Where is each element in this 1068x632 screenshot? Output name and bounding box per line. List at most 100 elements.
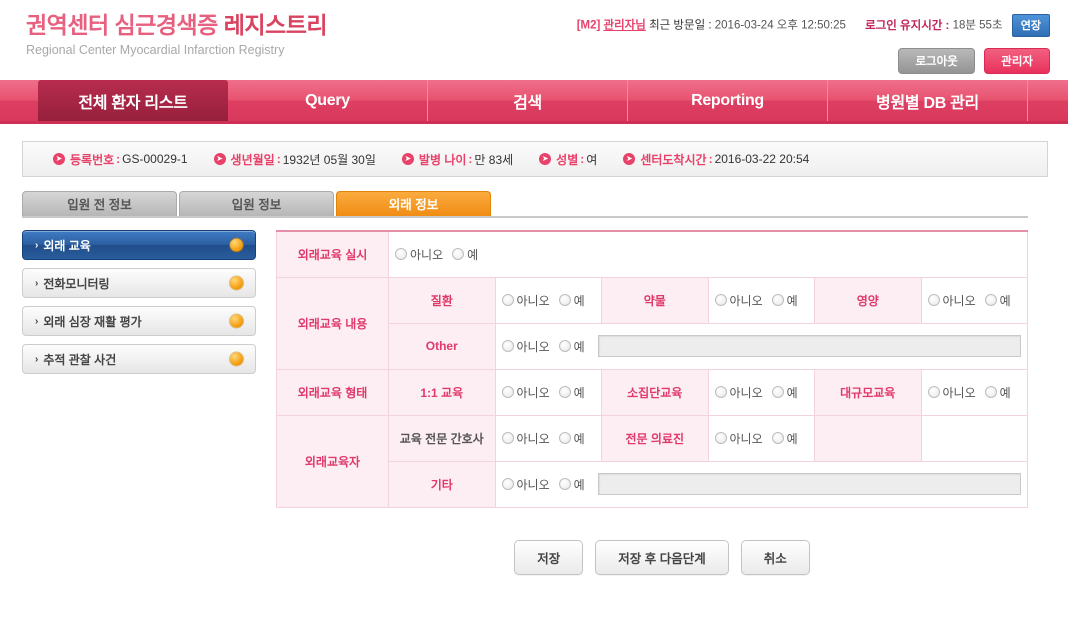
radio-no-label[interactable]: 아니오: [517, 384, 550, 401]
radio-no-icon[interactable]: [927, 294, 940, 306]
label-edu-type: 외래교육 형태: [276, 368, 389, 416]
status-dot-icon: [230, 314, 243, 328]
save-and-next-button[interactable]: 저장 후 다음단계: [595, 539, 729, 575]
patient-field-gender: ➤ 성별: 여: [539, 151, 597, 168]
radio-yes-label[interactable]: 예: [574, 430, 585, 447]
radio-no-icon[interactable]: [501, 386, 514, 398]
cell-edu-type-small-group-radios: 아니오 예: [707, 368, 815, 416]
label-edu-content: 외래교육 내용: [276, 276, 389, 370]
radio-yes-label[interactable]: 예: [574, 292, 585, 309]
radio-yes-icon[interactable]: [984, 386, 997, 398]
tab-outpatient[interactable]: 외래 정보: [336, 191, 491, 218]
cell-edu-content-medication-radios: 아니오 예: [707, 276, 815, 324]
bullet-arrow-icon: ➤: [539, 153, 552, 165]
radio-no-icon[interactable]: [501, 478, 514, 490]
radio-yes-label[interactable]: 예: [574, 476, 585, 493]
table-row: 외래교육 형태 1:1 교육 아니오 예 소집단교육 아니오 예 대규모교육 아…: [276, 368, 1028, 416]
cell-edu-performed-radios: 아니오 예: [388, 230, 1028, 278]
last-visit-label: 최근 방문일 :: [649, 19, 712, 32]
patient-value: 2016-03-22 20:54: [714, 152, 810, 166]
radio-no-label[interactable]: 아니오: [517, 430, 550, 447]
radio-yes-icon[interactable]: [558, 386, 571, 398]
radio-no-label[interactable]: 아니오: [517, 476, 550, 493]
cancel-button[interactable]: 취소: [740, 539, 810, 575]
radio-no-label[interactable]: 아니오: [730, 292, 763, 309]
cell-edu-content-other: 아니오 예: [494, 322, 1028, 370]
radio-no-label[interactable]: 아니오: [730, 430, 763, 447]
session-tag: [M2]: [576, 19, 601, 32]
sidebar-menu: › 외래 교육 › 전화모니터링 › 외래 심장 재활 평가 › 추적 관찰 사…: [22, 230, 256, 575]
extend-session-button[interactable]: 연장: [1011, 14, 1050, 37]
label-edu-person-nurse: 교육 전문 간호사: [388, 414, 496, 462]
brand-logo: 권역센터 심근경색증 레지스트리 Regional Center Myocard…: [26, 10, 328, 59]
sidebar-item-outpatient-education[interactable]: › 외래 교육: [22, 230, 256, 260]
nav-item-hospital-db[interactable]: 병원별 DB 관리: [828, 80, 1028, 121]
radio-yes-icon[interactable]: [558, 294, 571, 306]
label-edu-content-other: Other: [388, 322, 496, 370]
edu-person-other-input[interactable]: [597, 473, 1021, 495]
sidebar-item-phone-monitoring[interactable]: › 전화모니터링: [22, 268, 256, 298]
radio-yes-icon[interactable]: [452, 248, 465, 261]
radio-no-label[interactable]: 아니오: [943, 292, 976, 309]
radio-no-label[interactable]: 아니오: [410, 246, 443, 263]
save-button[interactable]: 저장: [514, 539, 584, 575]
login-keep-label: 로그인 유지시간 :: [865, 19, 950, 32]
patient-key: 발병 나이: [418, 152, 467, 167]
radio-yes-icon[interactable]: [771, 294, 784, 306]
cell-edu-person-other: 아니오 예: [494, 460, 1028, 508]
radio-no-icon[interactable]: [501, 432, 514, 444]
user-name-link[interactable]: 관리자님: [604, 20, 646, 32]
radio-no-icon[interactable]: [714, 386, 727, 398]
label-edu-person-specialist: 전문 의료진: [601, 414, 709, 462]
sidebar-item-label: 외래 심장 재활 평가: [43, 314, 142, 329]
label-edu-content-disease: 질환: [388, 276, 496, 324]
sidebar-item-followup-events[interactable]: › 추적 관찰 사건: [22, 344, 256, 374]
radio-no-icon[interactable]: [927, 386, 940, 398]
radio-yes-label[interactable]: 예: [787, 384, 798, 401]
tab-admission[interactable]: 입원 정보: [179, 191, 334, 218]
radio-yes-label[interactable]: 예: [787, 430, 798, 447]
radio-yes-label[interactable]: 예: [574, 338, 585, 355]
radio-no-icon[interactable]: [395, 248, 407, 261]
radio-yes-label[interactable]: 예: [787, 292, 798, 309]
radio-no-label[interactable]: 아니오: [517, 338, 550, 355]
nav-item-search[interactable]: 검색: [428, 80, 628, 121]
patient-key: 성별: [556, 152, 579, 167]
edu-content-other-input[interactable]: [597, 335, 1021, 357]
radio-yes-label[interactable]: 예: [1000, 384, 1011, 401]
nav-item-query[interactable]: Query: [228, 80, 428, 121]
logout-button[interactable]: 로그아웃: [898, 48, 975, 74]
radio-yes-label[interactable]: 예: [467, 246, 478, 263]
radio-yes-icon[interactable]: [558, 478, 571, 490]
sidebar-item-cardiac-rehab-eval[interactable]: › 외래 심장 재활 평가: [22, 306, 256, 336]
radio-no-icon[interactable]: [501, 294, 514, 306]
nav-item-patient-list[interactable]: 전체 환자 리스트: [38, 80, 228, 121]
radio-yes-label[interactable]: 예: [1000, 292, 1011, 309]
admin-button[interactable]: 관리자: [984, 48, 1050, 74]
label-edu-content-medication: 약물: [601, 276, 709, 324]
app-page: 권역센터 심근경색증 레지스트리 Regional Center Myocard…: [0, 0, 1068, 632]
radio-yes-icon[interactable]: [558, 432, 571, 444]
table-row: 기타 아니오 예: [277, 460, 1028, 508]
radio-no-icon[interactable]: [714, 294, 727, 306]
radio-no-icon[interactable]: [714, 432, 727, 444]
brand-title-ko-part2: 레지스트리: [223, 12, 328, 38]
radio-no-label[interactable]: 아니오: [730, 384, 763, 401]
radio-yes-icon[interactable]: [771, 432, 784, 444]
radio-no-icon[interactable]: [501, 340, 514, 352]
table-row: 외래교육자 교육 전문 간호사 아니오 예 전문 의료진 아니오 예: [276, 414, 1028, 508]
radio-yes-icon[interactable]: [771, 386, 784, 398]
radio-yes-icon[interactable]: [558, 340, 571, 352]
patient-value: 1932년 05월 30일: [282, 152, 376, 167]
tab-pre-admission[interactable]: 입원 전 정보: [22, 191, 177, 218]
radio-no-label[interactable]: 아니오: [517, 292, 550, 309]
radio-yes-label[interactable]: 예: [574, 384, 585, 401]
radio-yes-icon[interactable]: [984, 294, 997, 306]
radio-no-label[interactable]: 아니오: [943, 384, 976, 401]
cell-edu-type-large-group-radios: 아니오 예: [920, 368, 1028, 416]
nav-item-reporting[interactable]: Reporting: [628, 80, 828, 121]
header-buttons: 로그아웃 관리자: [898, 48, 1050, 74]
sidebar-item-label: 외래 교육: [43, 238, 91, 253]
label-edu-person-other: 기타: [388, 460, 496, 508]
chevron-right-icon: ›: [35, 239, 39, 251]
